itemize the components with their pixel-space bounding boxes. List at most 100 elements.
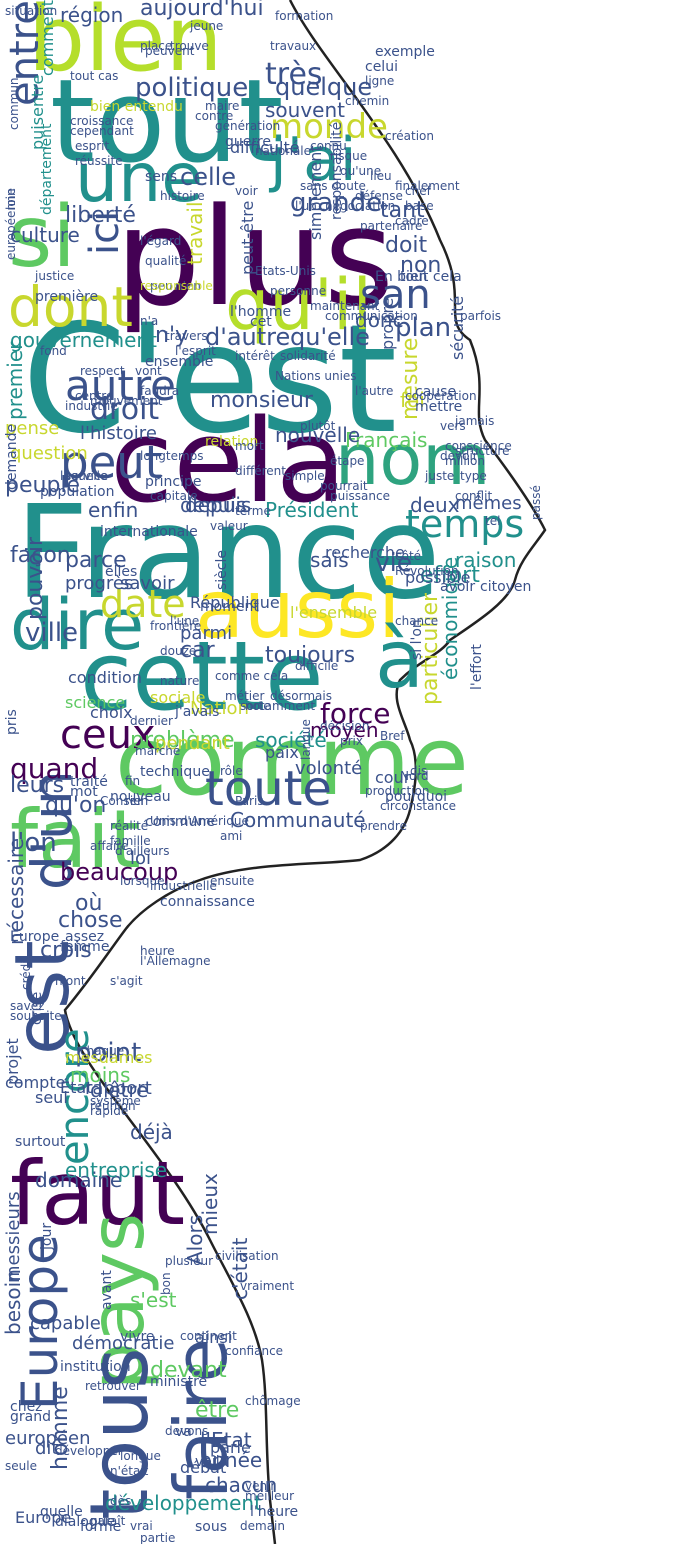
word-cloud-word: retrouver xyxy=(85,1379,141,1393)
word-cloud-word: structure xyxy=(455,444,510,458)
word-cloud-word: industrie xyxy=(65,399,118,413)
word-cloud-word: Communauté xyxy=(230,808,366,832)
word-cloud-word: plusieur xyxy=(165,1254,214,1268)
word-cloud-word: peut-être xyxy=(238,200,257,275)
word-cloud-word: elles xyxy=(105,564,138,580)
word-cloud-word: l'autre xyxy=(355,384,394,398)
word-cloud-word: seule xyxy=(5,1459,37,1473)
word-cloud-word: chez xyxy=(10,1399,43,1415)
word-cloud-word: n'a xyxy=(140,314,159,328)
word-cloud-word: Bref xyxy=(380,729,405,743)
word-cloud-word: prix xyxy=(340,734,363,748)
word-cloud-word: n'était xyxy=(110,1464,149,1478)
word-cloud-word: projet xyxy=(3,1038,22,1085)
word-cloud-word: citoyen xyxy=(480,579,532,595)
word-cloud-word: souvent xyxy=(265,98,345,122)
word-cloud-word: population xyxy=(40,484,115,500)
word-cloud-word: Europe xyxy=(10,929,60,945)
word-cloud-word: meilleur xyxy=(245,1489,294,1503)
word-cloud-word: capitale xyxy=(150,489,198,503)
word-cloud-word: parfois xyxy=(460,309,502,323)
word-cloud-word: formation xyxy=(275,9,334,23)
word-cloud-word: continent xyxy=(180,1329,237,1343)
word-cloud-word: siècle xyxy=(214,550,230,590)
word-cloud-word: rôle xyxy=(220,764,243,778)
word-cloud-word: voir xyxy=(235,184,258,198)
word-cloud-word: intérêt xyxy=(235,349,275,363)
word-cloud-word: chance xyxy=(395,614,439,628)
word-cloud-word: Paris xyxy=(235,794,264,808)
word-cloud-word: ville xyxy=(25,618,79,648)
word-cloud-word: simple xyxy=(285,469,325,483)
word-cloud-word: déjà xyxy=(130,1120,173,1144)
word-cloud-word: développer xyxy=(55,1444,123,1458)
word-cloud-word: jeune xyxy=(190,19,224,33)
word-cloud-word: réunion xyxy=(90,1099,136,1113)
word-cloud-word: bon xyxy=(159,1272,173,1295)
word-cloud-word: cet xyxy=(250,314,272,330)
word-cloud-word: vont xyxy=(135,364,162,378)
word-cloud-word: mort xyxy=(235,439,264,453)
word-cloud-word: aujourd'hui xyxy=(140,0,264,21)
word-cloud-word: celui xyxy=(365,59,398,75)
word-cloud-word: première xyxy=(35,289,99,305)
word-cloud-word: étape xyxy=(330,454,365,468)
word-cloud-word: Nations unies xyxy=(275,369,357,383)
word-cloud-word: passé xyxy=(529,485,543,520)
word-cloud-word: En bien xyxy=(375,269,428,285)
word-cloud-word: génération xyxy=(215,119,281,133)
word-cloud-word: coopération xyxy=(405,389,477,403)
word-cloud-word: internationale xyxy=(100,524,198,540)
word-cloud-word: trouve xyxy=(170,39,209,53)
word-cloud-word: nature xyxy=(160,674,200,688)
word-cloud-word: langue xyxy=(299,719,313,760)
word-cloud-word: risque xyxy=(330,149,368,163)
word-cloud-word: fond xyxy=(40,344,67,358)
word-cloud-word: pris xyxy=(4,709,20,735)
word-cloud-word: comme cela xyxy=(215,669,289,683)
word-cloud-word: tel xyxy=(485,514,501,528)
word-cloud-word: côté xyxy=(395,549,422,563)
word-cloud-word: paix xyxy=(265,743,299,762)
word-cloud-word: travers xyxy=(165,329,208,343)
word-cloud-word: commun xyxy=(7,77,21,130)
word-cloud-word: responsable xyxy=(140,279,213,293)
word-cloud-word: deux xyxy=(410,493,460,517)
word-cloud-word: fin xyxy=(125,774,141,788)
word-cloud-word: famille xyxy=(110,834,151,848)
word-cloud-word: ministre xyxy=(150,1374,208,1390)
word-cloud-word: dis xyxy=(410,764,428,778)
word-cloud-word: industrielle xyxy=(150,879,217,893)
word-cloud-word: circonstance xyxy=(380,799,457,813)
word-cloud-word: vers xyxy=(440,419,466,433)
word-cloud-word: Unis d'Amérique xyxy=(150,814,249,828)
word-cloud-word: juste xyxy=(425,469,455,483)
word-cloud-word: histoire xyxy=(160,189,205,203)
word-cloud-word: sens xyxy=(145,169,178,185)
word-cloud-word: différent xyxy=(235,464,286,478)
word-cloud-word: demain xyxy=(240,1519,285,1533)
word-cloud-word: difficile xyxy=(295,659,339,673)
word-cloud-word: civilisation xyxy=(215,1249,279,1263)
word-cloud-word: lieu xyxy=(370,169,392,183)
word-cloud-word: s'agit xyxy=(110,974,143,988)
word-cloud-word: département xyxy=(39,123,55,215)
word-cloud-word: ici xyxy=(82,210,128,255)
word-cloud-word: besoin xyxy=(1,1269,25,1335)
word-cloud-word: État xyxy=(60,1078,93,1097)
word-cloud-word: Conseil xyxy=(100,794,144,808)
word-cloud-word: longtemps xyxy=(140,449,204,463)
word-cloud-word: douze xyxy=(160,644,197,658)
word-cloud-word: quelle xyxy=(40,1504,83,1520)
word-cloud-word: politique xyxy=(135,73,249,103)
word-cloud-word: l'heure xyxy=(250,1504,299,1520)
word-cloud-word: prendre xyxy=(360,819,407,833)
word-cloud-word: crédit xyxy=(19,955,33,990)
word-cloud-word: demande xyxy=(4,423,20,490)
word-cloud-word: voilà xyxy=(195,1454,229,1470)
word-cloud-word: travaux xyxy=(270,39,317,53)
word-cloud-word: plutôt xyxy=(300,419,336,433)
word-cloud-word: chômage xyxy=(245,1394,301,1408)
word-cloud-word: premier xyxy=(3,341,27,420)
word-cloud-word: Révolution xyxy=(395,564,459,578)
